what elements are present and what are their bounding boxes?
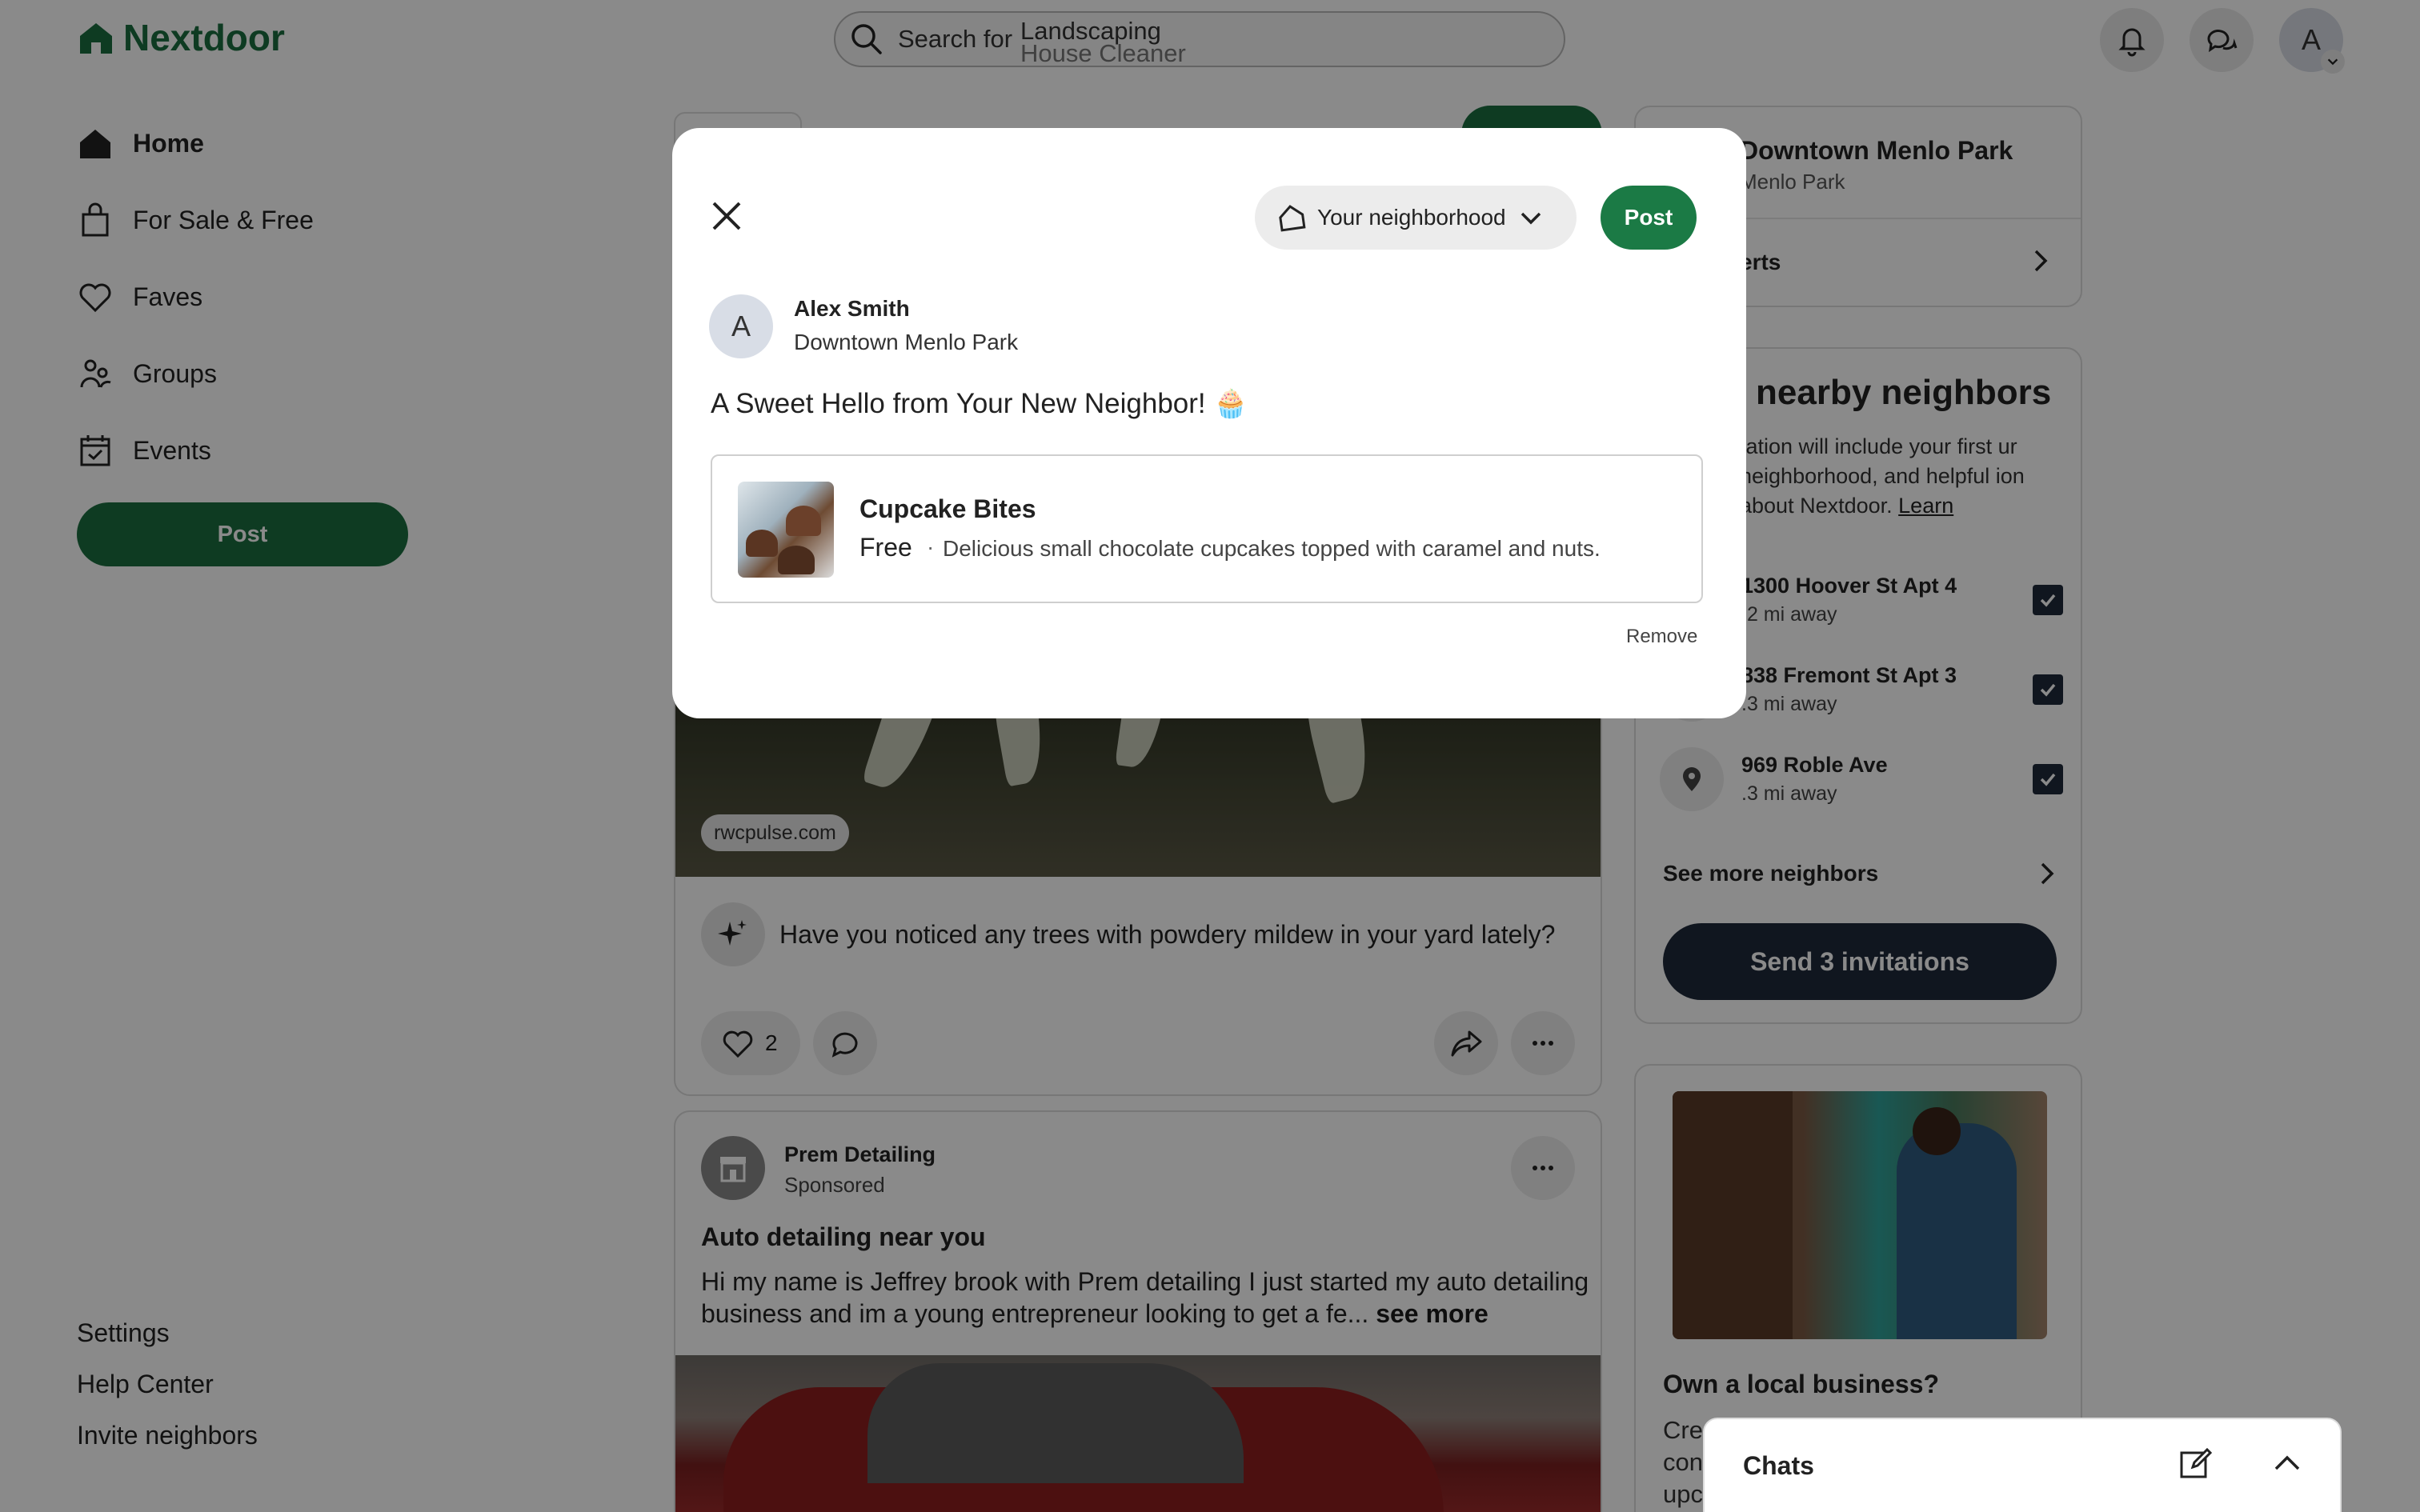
listing-title: Cupcake Bites bbox=[859, 494, 1036, 523]
author-name: Alex Smith bbox=[794, 296, 910, 321]
page: Nextdoor Search for Landscaping House Cl… bbox=[0, 0, 2420, 1512]
audience-label: Your neighborhood bbox=[1317, 205, 1506, 230]
create-post-modal: Your neighborhood Post A Alex Smith Down… bbox=[672, 128, 1746, 718]
audience-selector[interactable]: Your neighborhood bbox=[1255, 186, 1577, 250]
chevron-down-icon bbox=[1521, 212, 1541, 225]
separator: · bbox=[927, 534, 935, 559]
listing-price: Free bbox=[859, 533, 912, 562]
listing-thumbnail bbox=[738, 482, 834, 578]
remove-attachment-link[interactable]: Remove bbox=[1626, 626, 1697, 648]
attached-listing[interactable]: Cupcake Bites Free · Delicious small cho… bbox=[711, 454, 1703, 603]
listing-description: Delicious small chocolate cupcakes toppe… bbox=[943, 536, 1601, 561]
chevron-up-icon[interactable] bbox=[2270, 1446, 2305, 1482]
author-avatar: A bbox=[709, 294, 773, 358]
chats-title: Chats bbox=[1743, 1451, 1814, 1480]
post-text-input[interactable]: A Sweet Hello from Your New Neighbor! 🧁 bbox=[711, 387, 1248, 420]
house-outline-icon bbox=[1279, 205, 1306, 232]
author-location: Downtown Menlo Park bbox=[794, 330, 1019, 354]
compose-icon[interactable] bbox=[2177, 1445, 2215, 1483]
modal-post-button[interactable]: Post bbox=[1601, 186, 1697, 250]
close-icon[interactable] bbox=[707, 197, 746, 235]
chats-dock[interactable]: Chats bbox=[1703, 1418, 2342, 1512]
